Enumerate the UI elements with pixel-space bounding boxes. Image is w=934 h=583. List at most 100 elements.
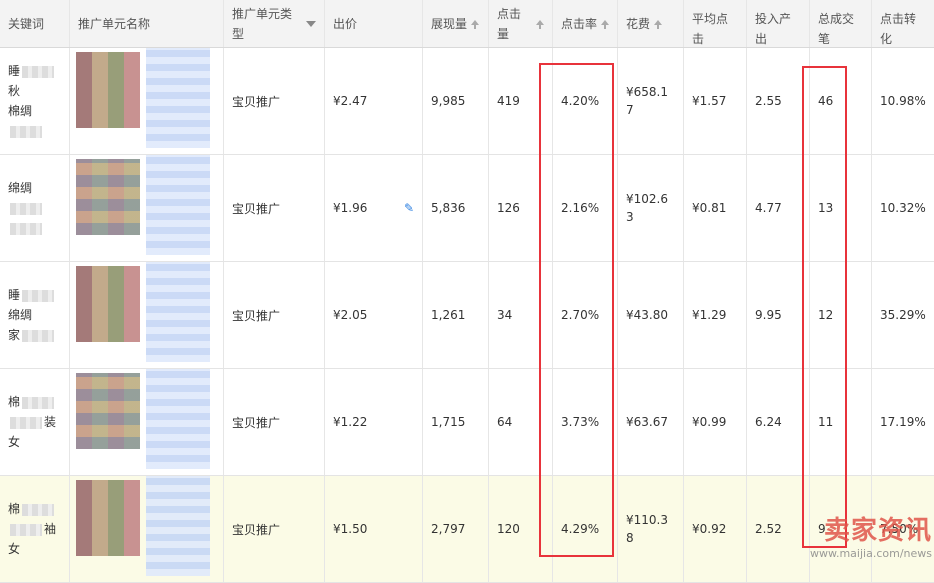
roi-cell: 9.95 (747, 262, 810, 368)
unit-type-cell: 宝贝推广 (224, 476, 325, 582)
col-unit-type-label: 推广单元类型 (232, 6, 293, 41)
impressions-cell: 1,261 (423, 262, 489, 368)
sort-up-icon[interactable] (536, 20, 544, 29)
product-thumbnail[interactable] (76, 373, 140, 449)
roi-cell: 4.77 (747, 155, 810, 261)
avg-cpc-cell: ¥1.29 (684, 262, 747, 368)
clicks-value: 120 (497, 522, 520, 536)
col-unit-name[interactable]: 推广单元名称 (70, 0, 224, 47)
col-impressions[interactable]: 展现量 (423, 0, 489, 47)
roi-cell: 2.55 (747, 48, 810, 154)
product-thumbnail[interactable] (76, 480, 140, 556)
watermark: 卖家资讯 www.maijia.com/news (810, 510, 932, 560)
cvr-cell: 10.98% (872, 48, 934, 154)
unit-name-cell[interactable] (70, 262, 224, 368)
col-bid-label: 出价 (333, 16, 358, 31)
blurred-text (10, 416, 42, 429)
bid-cell[interactable]: ¥1.50 (325, 476, 423, 582)
col-roi-label-1: 投入产出 (755, 12, 792, 46)
bid-cell[interactable]: ¥2.47 (325, 48, 423, 154)
unit-name-cell[interactable] (70, 476, 224, 582)
clicks-cell: 126 (489, 155, 553, 261)
ctr-cell: 3.73% (553, 369, 618, 475)
orders-cell: 13 (810, 155, 872, 261)
unit-name-cell[interactable] (70, 155, 224, 261)
orders-value: 13 (818, 201, 834, 215)
keyword-text: 绵绸 (8, 181, 33, 195)
keyword-cell[interactable]: 棉 装女 (0, 369, 70, 475)
cost-value: ¥110.3 (626, 513, 668, 527)
blurred-text (22, 396, 55, 409)
blurred-unit-name (146, 476, 210, 576)
blurred-text (10, 202, 42, 215)
col-bid[interactable]: 出价 (325, 0, 423, 47)
cost-value: ¥43.80 (626, 308, 668, 322)
blurred-unit-name (146, 155, 210, 255)
watermark-brand: 卖家资讯 (823, 516, 932, 546)
bid-cell[interactable]: ¥1.96 ✎ (325, 155, 423, 261)
col-roi[interactable]: 投入产出比 (747, 0, 810, 47)
blurred-text (10, 523, 42, 536)
table-row[interactable]: 棉 装女 宝贝推广 ¥1.22 1,715 64 3.73% ¥63.67 ¥0… (0, 369, 934, 476)
keyword-text: 棉绸 (8, 104, 33, 118)
roi-cell: 6.24 (747, 369, 810, 475)
blurred-text (22, 289, 55, 302)
impressions-value: 2,797 (431, 522, 466, 536)
avg-cpc-value: ¥1.57 (692, 94, 727, 108)
product-thumbnail[interactable] (76, 159, 140, 235)
unit-name-cell[interactable] (70, 48, 224, 154)
dropdown-icon[interactable] (306, 20, 316, 27)
cost-cell: ¥63.67 (618, 369, 684, 475)
product-thumbnail[interactable] (76, 266, 140, 342)
col-orders-label-1: 总成交笔 (818, 12, 855, 46)
bid-value: ¥1.96 (333, 201, 368, 215)
pencil-icon[interactable]: ✎ (404, 201, 414, 215)
table-row[interactable]: 棉 袖女 宝贝推广 ¥1.50 2,797 120 4.29% ¥110.3 8 … (0, 476, 934, 583)
cost-cell: ¥658.1 7 (618, 48, 684, 154)
blurred-unit-name (146, 48, 210, 148)
clicks-value: 34 (497, 308, 513, 322)
table-row[interactable]: 绵绸 宝贝推广 ¥1.96 ✎ 5,836 126 2.16% ¥102.6 3 ¥… (0, 155, 934, 262)
avg-cpc-cell: ¥1.57 (684, 48, 747, 154)
keyword-cell[interactable]: 棉 袖女 (0, 476, 70, 582)
avg-cpc-cell: ¥0.81 (684, 155, 747, 261)
ctr-cell: 4.20% (553, 48, 618, 154)
col-keyword[interactable]: 关键词 (0, 0, 70, 47)
col-cost[interactable]: 花费 (618, 0, 684, 47)
orders-cell: 12 (810, 262, 872, 368)
ctr-value: 2.70% (561, 308, 600, 322)
orders-value: 46 (818, 94, 834, 108)
col-cvr[interactable]: 点击转化率 (872, 0, 934, 47)
bid-cell[interactable]: ¥2.05 (325, 262, 423, 368)
keyword-cell[interactable]: 睡秋 棉绸 (0, 48, 70, 154)
sort-up-icon[interactable] (471, 20, 480, 29)
product-thumbnail[interactable] (76, 52, 140, 128)
blurred-text (10, 222, 42, 235)
ctr-value: 4.29% (561, 522, 600, 536)
ctr-cell: 2.70% (553, 262, 618, 368)
clicks-cell: 34 (489, 262, 553, 368)
col-unit-type[interactable]: 推广单元类型 (224, 0, 325, 47)
col-ctr[interactable]: 点击率 (553, 0, 618, 47)
col-orders[interactable]: 总成交笔数↓ (810, 0, 872, 47)
table-row[interactable]: 睡秋 棉绸 宝贝推广 ¥2.47 9,985 419 4.20% ¥658.1 7… (0, 48, 934, 155)
keyword-cell[interactable]: 绵绸 (0, 155, 70, 261)
table-row[interactable]: 睡绵绸 家 宝贝推广 ¥2.05 1,261 34 2.70% ¥43.80 ¥… (0, 262, 934, 369)
impressions-cell: 5,836 (423, 155, 489, 261)
clicks-cell: 419 (489, 48, 553, 154)
col-avg-cpc[interactable]: 平均点击花费 (684, 0, 747, 47)
cost-cell: ¥110.3 8 (618, 476, 684, 582)
sort-up-icon[interactable] (601, 20, 609, 29)
col-clicks[interactable]: 点击量 (489, 0, 553, 47)
keyword-cell[interactable]: 睡绵绸 家 (0, 262, 70, 368)
impressions-cell: 1,715 (423, 369, 489, 475)
unit-name-cell[interactable] (70, 369, 224, 475)
watermark-url: www.maijia.com/news (809, 547, 932, 560)
sort-up-icon[interactable] (654, 20, 663, 29)
bid-cell[interactable]: ¥1.22 (325, 369, 423, 475)
cost-value-cont: 8 (626, 531, 634, 545)
orders-cell: 11 (810, 369, 872, 475)
clicks-cell: 120 (489, 476, 553, 582)
impressions-value: 5,836 (431, 201, 466, 215)
bid-value: ¥1.50 (333, 522, 368, 536)
